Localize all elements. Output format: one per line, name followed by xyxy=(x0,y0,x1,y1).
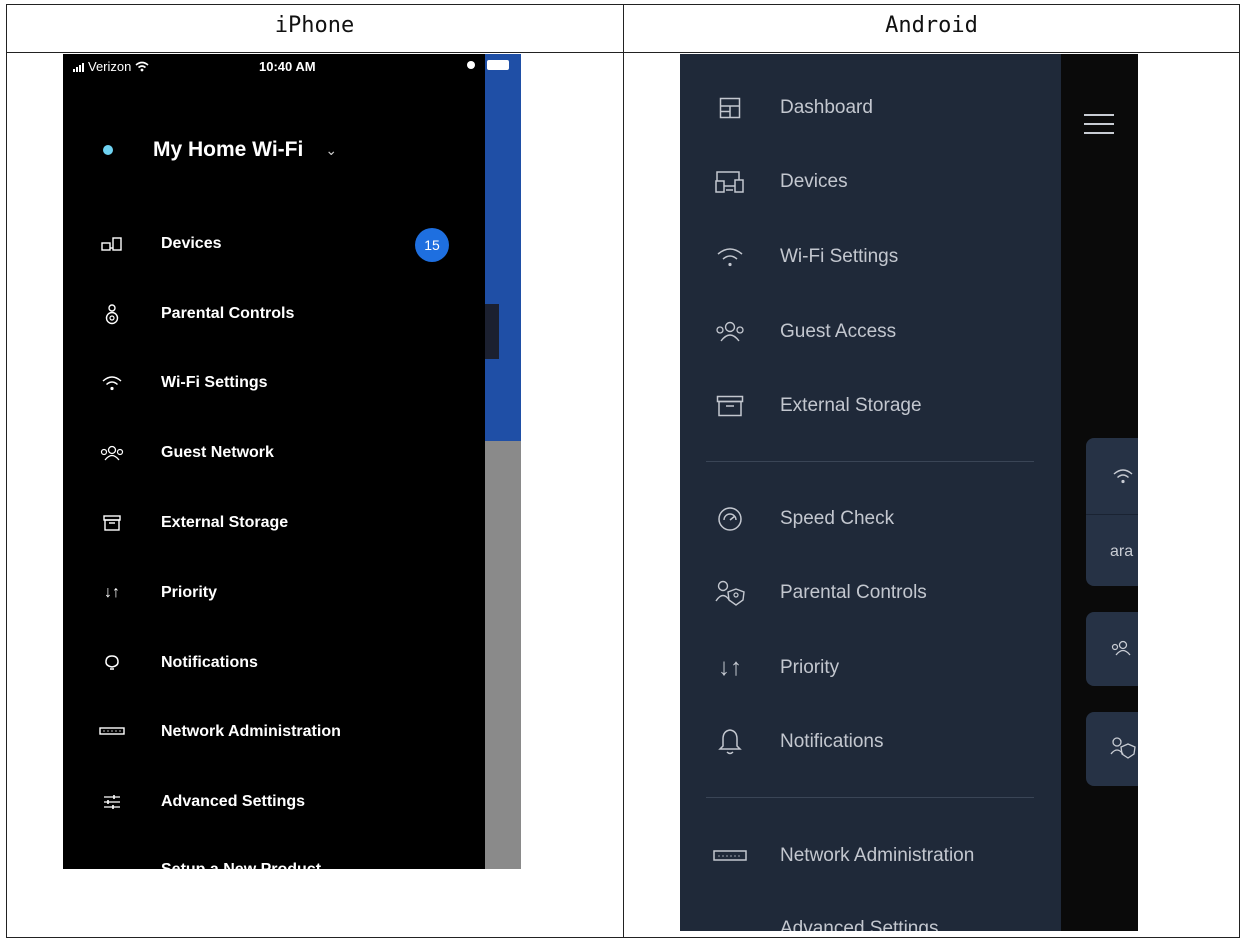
background-card: ara xyxy=(1086,438,1138,586)
column-header-iphone: iPhone xyxy=(274,13,355,38)
menu-label: Devices xyxy=(780,171,848,192)
network-admin-icon xyxy=(680,849,780,863)
priority-icon: ↓↑ xyxy=(104,583,120,601)
storage-icon xyxy=(63,515,161,531)
menu-item-guest-network[interactable]: Guest Network xyxy=(63,418,485,488)
menu-item-advanced-settings[interactable]: Advanced Settings xyxy=(63,767,485,837)
column-header-android: Android xyxy=(885,13,978,38)
menu-item-setup-partial[interactable]: Setup a New Product xyxy=(63,861,485,869)
menu-item-dashboard[interactable]: Dashboard xyxy=(680,88,873,128)
network-selector[interactable]: My Home Wi-Fi ⌄ xyxy=(103,138,337,162)
header-divider xyxy=(6,52,1240,53)
parental-controls-icon xyxy=(63,303,161,325)
android-screen: ara Dashboard Devices Wi-Fi Settings Gue… xyxy=(680,54,1138,931)
menu-label: Speed Check xyxy=(780,508,895,529)
wifi-icon xyxy=(63,375,161,391)
storage-icon xyxy=(680,395,780,417)
menu-item-priority[interactable]: ↓↑ Priority xyxy=(680,648,839,688)
dashboard-icon xyxy=(680,97,780,119)
status-bar: Verizon 10:40 AM xyxy=(63,54,521,80)
background-shape xyxy=(485,304,499,359)
menu-label: Network Administration xyxy=(780,845,975,866)
menu-item-external-storage[interactable]: External Storage xyxy=(63,488,485,558)
android-nav-drawer: Dashboard Devices Wi-Fi Settings Guest A… xyxy=(680,54,1061,931)
menu-label: Advanced Settings xyxy=(161,793,306,811)
guest-icon xyxy=(1111,640,1131,656)
background-panel xyxy=(483,54,521,441)
menu-label: Wi-Fi Settings xyxy=(161,374,268,392)
menu-divider xyxy=(706,461,1034,462)
priority-icon: ↓↑ xyxy=(718,654,742,681)
menu-item-wifi-settings[interactable]: Wi-Fi Settings xyxy=(63,349,485,419)
menu-item-external-storage[interactable]: External Storage xyxy=(680,386,922,426)
menu-label: Advanced Settings xyxy=(780,918,939,931)
notifications-icon xyxy=(680,728,780,756)
iphone-screen: Verizon 10:40 AM My Home Wi-Fi ⌄ Devices… xyxy=(63,54,521,869)
menu-item-network-administration[interactable]: Network Administration xyxy=(63,698,485,768)
notifications-icon xyxy=(63,654,161,672)
menu-label: Devices xyxy=(161,234,222,252)
chevron-down-icon: ⌄ xyxy=(325,141,338,158)
menu-item-advanced-settings-partial[interactable]: Advanced Settings xyxy=(680,918,1061,931)
menu-label: Setup a New Product xyxy=(161,861,321,869)
menu-label: Priority xyxy=(780,657,840,678)
background-card xyxy=(1086,612,1138,686)
menu-label: Notifications xyxy=(780,731,884,752)
guest-icon xyxy=(680,321,780,343)
menu-item-notifications[interactable]: Notifications xyxy=(680,722,884,762)
hamburger-menu-icon[interactable] xyxy=(1084,114,1114,141)
parental-controls-icon xyxy=(1110,737,1136,759)
menu-label: Parental Controls xyxy=(161,304,295,322)
alarm-icon xyxy=(467,61,475,69)
background-card xyxy=(1086,712,1138,786)
network-name: My Home Wi-Fi xyxy=(153,138,304,161)
menu-item-wifi-settings[interactable]: Wi-Fi Settings xyxy=(680,237,898,277)
column-divider xyxy=(623,4,624,938)
menu-label: Guest Network xyxy=(161,444,274,462)
menu-item-devices[interactable]: Devices 15 xyxy=(63,209,485,279)
menu-label: Guest Access xyxy=(780,321,897,342)
menu-label: Notifications xyxy=(161,653,258,671)
wifi-icon xyxy=(680,246,780,268)
signal-icon xyxy=(73,62,84,72)
menu-label: Network Administration xyxy=(161,723,341,741)
menu-item-parental-controls[interactable]: Parental Controls xyxy=(680,573,927,613)
status-dot xyxy=(103,145,113,155)
carrier-name: Verizon xyxy=(88,59,132,74)
wifi-status-icon xyxy=(135,61,149,72)
devices-icon xyxy=(63,236,161,252)
menu-label: Priority xyxy=(161,583,218,601)
status-time: 10:40 AM xyxy=(259,59,316,74)
speed-check-icon xyxy=(680,506,780,532)
wifi-icon xyxy=(1113,469,1133,484)
menu-label: External Storage xyxy=(161,514,289,532)
menu-item-guest-access[interactable]: Guest Access xyxy=(680,312,896,352)
advanced-settings-icon xyxy=(63,794,161,810)
card-text: ara xyxy=(1110,543,1134,560)
menu-item-priority[interactable]: ↓↑ Priority xyxy=(63,558,485,628)
menu-label: Parental Controls xyxy=(780,582,927,603)
battery-icon xyxy=(487,60,509,70)
menu-item-notifications[interactable]: Notifications xyxy=(63,628,485,698)
menu-label: External Storage xyxy=(780,395,922,416)
menu-item-parental-controls[interactable]: Parental Controls xyxy=(63,279,485,349)
parental-controls-icon xyxy=(680,579,780,607)
menu-label: Dashboard xyxy=(780,97,873,118)
menu-item-speed-check[interactable]: Speed Check xyxy=(680,499,894,539)
menu-label: Wi-Fi Settings xyxy=(780,246,899,267)
devices-icon xyxy=(680,170,780,194)
menu-divider xyxy=(706,797,1034,798)
iphone-menu: Devices 15 Parental Controls Wi-Fi Setti… xyxy=(63,209,485,837)
guest-icon xyxy=(63,445,161,461)
network-admin-icon xyxy=(63,726,161,738)
menu-item-devices[interactable]: Devices xyxy=(680,162,848,202)
devices-count-badge: 15 xyxy=(415,228,449,262)
menu-item-network-administration[interactable]: Network Administration xyxy=(680,836,974,876)
iphone-nav-drawer: Verizon 10:40 AM My Home Wi-Fi ⌄ Devices… xyxy=(63,54,509,869)
